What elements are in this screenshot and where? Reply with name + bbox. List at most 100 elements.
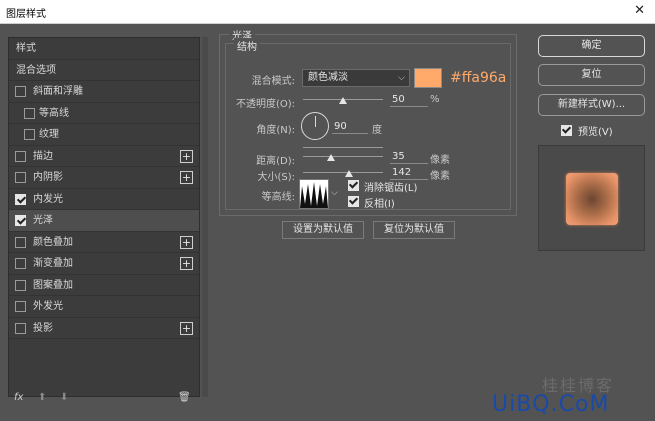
style-item[interactable]: 样式 xyxy=(9,38,199,60)
angle-label: 角度(N): xyxy=(256,125,295,136)
antialias-checkbox[interactable] xyxy=(348,180,359,191)
style-item[interactable]: 内发光 xyxy=(9,189,199,210)
angle-unit: 度 xyxy=(372,125,382,136)
distance-unit: 像素 xyxy=(430,155,450,166)
style-item[interactable]: 混合选项 xyxy=(9,60,199,81)
style-item-label: 投影 xyxy=(33,322,53,334)
contour-chevron-icon[interactable]: ⌵ xyxy=(331,188,338,198)
reset-button[interactable]: 复位 xyxy=(538,64,645,86)
move-up-icon[interactable]: ⬆ xyxy=(38,392,46,403)
distance-track-top xyxy=(303,147,383,148)
size-unit: 像素 xyxy=(430,171,450,182)
style-item[interactable]: 外发光 xyxy=(9,296,199,318)
style-item-label: 渐变叠加 xyxy=(33,258,73,269)
angle-dial[interactable] xyxy=(301,112,329,140)
preview-label: 预览(V) xyxy=(578,127,613,138)
trash-icon[interactable]: 🗑 xyxy=(178,392,191,403)
plus-icon[interactable]: + xyxy=(180,321,193,335)
style-item-label: 样式 xyxy=(16,43,36,54)
style-item-checkbox[interactable] xyxy=(15,322,26,334)
style-item-label: 斜面和浮雕 xyxy=(33,86,83,97)
style-item-checkbox[interactable] xyxy=(15,215,26,226)
distance-input[interactable]: 35 xyxy=(390,150,428,164)
watermark-latin: UiBQ.CoM xyxy=(492,392,610,417)
blend-mode-label: 混合模式: xyxy=(251,76,295,87)
style-item-checkbox[interactable] xyxy=(15,172,26,183)
preview-checkbox[interactable] xyxy=(561,125,572,136)
style-list: 样式混合选项斜面和浮雕等高线纹理描边 + 内阴影 + 内发光光泽颜色叠加 + 渐变叠加 + 图案… xyxy=(8,37,200,397)
distance-slider-thumb[interactable] xyxy=(327,154,335,161)
invert-checkbox[interactable] xyxy=(348,196,359,207)
style-item-label: 描边 xyxy=(33,150,53,162)
contour-curve-icon xyxy=(300,182,328,208)
style-item-checkbox[interactable] xyxy=(15,301,26,312)
style-item-checkbox[interactable] xyxy=(15,193,26,205)
style-item-checkbox[interactable] xyxy=(15,236,26,248)
opacity-slider-thumb[interactable] xyxy=(339,97,347,104)
ok-button[interactable]: 确定 xyxy=(538,35,645,57)
blend-mode-select[interactable]: 颜色减淡 ⌵ xyxy=(302,69,410,87)
style-item-label: 混合选项 xyxy=(16,64,56,76)
list-toolbar: fx ⬆ ⬇ 🗑 xyxy=(10,392,194,410)
style-item-label: 图案叠加 xyxy=(33,279,73,291)
size-slider-track[interactable] xyxy=(303,172,383,173)
size-label: 大小(S): xyxy=(257,172,295,183)
style-item-label: 内发光 xyxy=(33,193,63,205)
dialog-body: 样式混合选项斜面和浮雕等高线纹理描边 + 内阴影 + 内发光光泽颜色叠加 + 渐变叠加 + 图案… xyxy=(0,24,655,421)
style-item-checkbox[interactable] xyxy=(15,86,26,97)
style-item[interactable]: 图案叠加 xyxy=(9,275,199,296)
style-item-label: 纹理 xyxy=(39,129,59,140)
distance-slider-track[interactable] xyxy=(303,156,383,157)
style-item[interactable]: 光泽 xyxy=(9,210,199,232)
window-title: 图层样式 xyxy=(6,9,46,20)
opacity-label: 不透明度(O): xyxy=(235,99,295,110)
style-item-checkbox[interactable] xyxy=(15,150,26,162)
blend-mode-value: 颜色减淡 xyxy=(308,72,348,83)
style-item-label: 颜色叠加 xyxy=(33,236,73,248)
plus-icon[interactable]: + xyxy=(180,257,193,270)
title-bar: 图层样式 ✕ xyxy=(0,0,655,24)
style-item-checkbox[interactable] xyxy=(24,129,35,140)
contour-label: 等高线: xyxy=(261,192,295,203)
fx-icon[interactable]: fx xyxy=(14,392,23,403)
plus-icon[interactable]: + xyxy=(180,171,193,184)
close-icon[interactable]: ✕ xyxy=(634,3,645,18)
style-item[interactable]: 投影 + xyxy=(9,318,199,339)
new-style-button[interactable]: 新建样式(W)... xyxy=(538,94,645,116)
antialias-label: 消除锯齿(L) xyxy=(364,183,418,194)
style-item[interactable]: 等高线 xyxy=(9,103,199,124)
style-item[interactable]: 纹理 xyxy=(9,124,199,146)
preview-thumbnail xyxy=(566,173,618,225)
style-item[interactable]: 描边 + xyxy=(9,146,199,167)
style-item[interactable]: 颜色叠加 + xyxy=(9,232,199,253)
size-input[interactable]: 142 xyxy=(390,166,428,180)
contour-thumbnail[interactable] xyxy=(299,179,329,209)
reset-default-button[interactable]: 复位为默认值 xyxy=(373,221,455,239)
style-item[interactable]: 渐变叠加 + xyxy=(9,253,199,275)
color-swatch[interactable] xyxy=(414,68,442,88)
style-preview xyxy=(538,145,645,251)
color-hex-label: #ffa96a xyxy=(450,70,507,86)
style-item-checkbox[interactable] xyxy=(15,258,26,269)
invert-label: 反相(I) xyxy=(364,199,395,210)
list-divider xyxy=(202,37,208,397)
style-item-checkbox[interactable] xyxy=(15,279,26,291)
layer-style-dialog: 图层样式 ✕ 样式混合选项斜面和浮雕等高线纹理描边 + 内阴影 + 内发光光泽颜色叠加 +… xyxy=(0,0,655,421)
structure-title: 结构 xyxy=(234,38,260,53)
chevron-down-icon: ⌵ xyxy=(398,73,405,83)
style-item-label: 内阴影 xyxy=(33,172,63,183)
set-default-button[interactable]: 设置为默认值 xyxy=(282,221,364,239)
style-item-label: 等高线 xyxy=(39,107,69,119)
opacity-input[interactable]: 50 xyxy=(390,93,428,107)
move-down-icon[interactable]: ⬇ xyxy=(60,392,68,403)
distance-label: 距离(D): xyxy=(256,156,295,167)
style-item[interactable]: 内阴影 + xyxy=(9,167,199,189)
angle-input[interactable]: 90 xyxy=(332,120,368,134)
style-item[interactable]: 斜面和浮雕 xyxy=(9,81,199,103)
size-slider-thumb[interactable] xyxy=(344,170,353,177)
plus-icon[interactable]: + xyxy=(180,149,193,163)
style-item-checkbox[interactable] xyxy=(24,107,35,119)
plus-icon[interactable]: + xyxy=(180,235,193,249)
style-item-label: 光泽 xyxy=(33,215,53,226)
style-item-label: 外发光 xyxy=(33,301,63,312)
